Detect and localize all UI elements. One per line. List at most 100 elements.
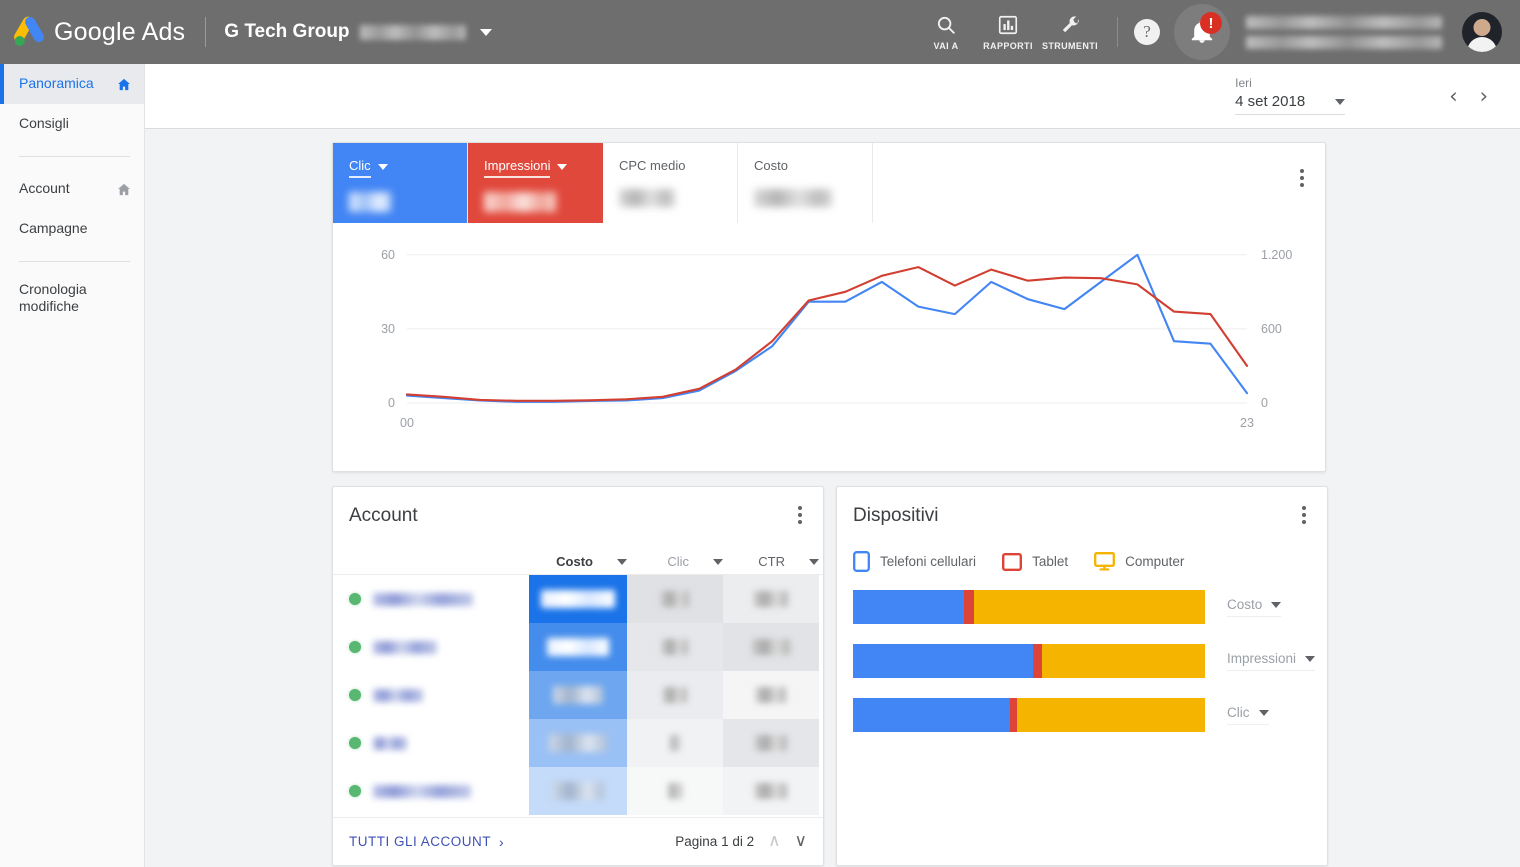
performance-chart-card: Clic Impressioni CPC medio Costo 0 30 60 0 6… (332, 142, 1326, 472)
page-next-button[interactable]: ∨ (795, 833, 807, 850)
account-summary-redacted (1246, 15, 1446, 49)
status-enabled-icon (349, 593, 361, 605)
card-title: Dispositivi (853, 505, 939, 526)
notification-badge: ! (1200, 12, 1222, 34)
status-enabled-icon (349, 737, 361, 749)
ctr-cell (723, 671, 819, 719)
sidebar-item-consigli[interactable]: Consigli (0, 104, 144, 144)
column-header-costo[interactable]: Costo (529, 554, 627, 569)
status-enabled-icon (349, 785, 361, 797)
clic-value-redacted (661, 591, 689, 607)
mobile-phone-icon (853, 551, 870, 572)
metric-tile-clic[interactable]: Clic (333, 143, 468, 223)
sidebar-item-campagne[interactable]: Campagne (0, 209, 144, 249)
metric-value-redacted (484, 192, 587, 212)
column-header-clic[interactable]: Clic (627, 554, 723, 569)
clic-cell (627, 719, 723, 767)
top-app-bar: Google Ads G Tech Group VAI A RAPPORTI S… (0, 0, 1520, 64)
devices-card: Dispositivi Telefoni cellulari Tablet Co… (836, 486, 1328, 866)
table-row[interactable] (333, 575, 823, 623)
metric-tile-cpc-medio[interactable]: CPC medio (603, 143, 738, 223)
clic-cell (627, 767, 723, 815)
chart-options-menu-icon[interactable] (1293, 169, 1311, 187)
table-row[interactable] (333, 767, 823, 815)
sidebar-divider (19, 156, 130, 157)
bar-segment-computer (1042, 644, 1205, 678)
page-prev-button[interactable]: ∧ (768, 833, 780, 850)
svg-text:30: 30 (381, 322, 395, 336)
date-next-button[interactable]: › (1478, 85, 1490, 107)
metric-tile-impressioni[interactable]: Impressioni (468, 143, 603, 223)
table-row[interactable] (333, 671, 823, 719)
chevron-down-icon[interactable] (1335, 98, 1346, 105)
account-name-redacted (373, 592, 473, 606)
costo-cell (529, 767, 627, 815)
devices-legend: Telefoni cellulari Tablet Computer (837, 551, 1327, 572)
metric-value-redacted (619, 189, 721, 207)
home-icon (118, 183, 130, 195)
main-content: Clic Impressioni CPC medio Costo 0 30 60 0 6… (145, 130, 1520, 867)
table-row[interactable] (333, 623, 823, 671)
clic-cell (627, 623, 723, 671)
costo-cell (529, 719, 627, 767)
sidebar-item-panoramica[interactable]: Panoramica (0, 64, 144, 104)
bar-segment-tablet (963, 590, 974, 624)
avatar[interactable] (1462, 12, 1502, 52)
account-name-cell (333, 736, 529, 750)
google-ads-logo-icon (14, 16, 44, 47)
sidebar-item-label: Account (19, 180, 70, 197)
notifications-button[interactable]: ! (1174, 4, 1230, 60)
metric-label: Clic (349, 158, 371, 178)
account-selector[interactable]: G Tech Group (224, 21, 492, 43)
account-table-body (333, 575, 823, 818)
device-bar-row-impressioni: Impressioni (853, 644, 1316, 678)
desktop-computer-icon (1094, 552, 1116, 571)
date-range-selector[interactable]: Ieri 4 set 2018 (1235, 76, 1346, 116)
page-indicator: Pagina 1 di 2 (675, 834, 755, 849)
help-icon[interactable]: ? (1134, 19, 1160, 45)
avatar-face (1473, 19, 1491, 36)
content-toolbar: Ieri 4 set 2018 ‹ › (145, 64, 1520, 129)
devices-card-header: Dispositivi (837, 487, 1327, 545)
reports-button[interactable]: RAPPORTI (977, 0, 1039, 64)
chevron-down-icon (1305, 655, 1316, 662)
costo-cell (529, 671, 627, 719)
device-metric-selector-impressioni[interactable]: Impressioni (1227, 651, 1316, 671)
sidebar-item-account[interactable]: Account (0, 169, 144, 209)
account-card-options-menu-icon[interactable] (791, 506, 809, 524)
stacked-bar (853, 590, 1205, 624)
clic-cell (627, 671, 723, 719)
svg-text:0: 0 (388, 396, 395, 410)
search-icon (935, 13, 957, 37)
date-prev-button[interactable]: ‹ (1447, 85, 1459, 107)
device-metric-selector-costo[interactable]: Costo (1227, 597, 1282, 617)
account-table-footer: TUTTI GLI ACCOUNT › Pagina 1 di 2 ∧ ∨ (333, 817, 823, 865)
svg-text:23: 23 (1240, 416, 1254, 430)
tablet-icon (1002, 552, 1023, 571)
metric-label: Costo (754, 158, 788, 173)
goto-search-button[interactable]: VAI A (915, 0, 977, 64)
ctr-cell (723, 767, 819, 815)
reports-label: RAPPORTI (983, 41, 1033, 51)
costo-value-redacted (553, 686, 603, 704)
device-metric-label: Clic (1227, 705, 1250, 720)
ctr-value-redacted (752, 639, 790, 655)
device-metric-selector-clic[interactable]: Clic (1227, 705, 1269, 725)
ctr-cell (723, 575, 819, 623)
column-header-label: Clic (667, 554, 689, 569)
all-accounts-link[interactable]: TUTTI GLI ACCOUNT › (349, 834, 504, 850)
table-row[interactable] (333, 719, 823, 767)
card-title: Account (349, 505, 418, 526)
bar-segment-tablet (1032, 644, 1043, 678)
status-enabled-icon (349, 641, 361, 653)
chevron-down-icon (1271, 601, 1282, 608)
metric-label: CPC medio (619, 158, 686, 173)
column-header-ctr[interactable]: CTR (723, 554, 819, 569)
chevron-down-icon (809, 558, 819, 565)
metric-tile-costo[interactable]: Costo (738, 143, 873, 223)
devices-card-options-menu-icon[interactable] (1295, 506, 1313, 524)
sidebar-item-cronologia-modifiche[interactable]: Cronologia modifiche (0, 274, 144, 322)
chevron-down-icon (617, 558, 627, 565)
tools-button[interactable]: STRUMENTI (1039, 0, 1101, 64)
account-name-cell (333, 784, 529, 798)
